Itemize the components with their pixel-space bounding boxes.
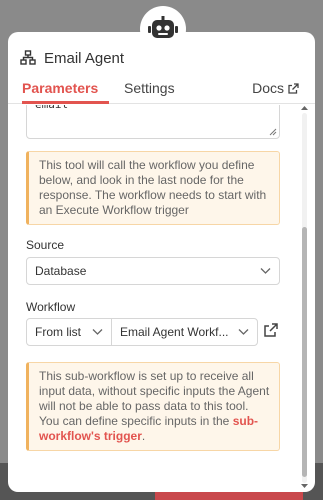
notice-bottom-end: . bbox=[141, 429, 146, 443]
external-link-icon bbox=[288, 82, 299, 94]
workflow-info-notice: This tool will call the workflow you def… bbox=[26, 151, 280, 225]
sub-workflow-notice: This sub-workflow is set up to receive a… bbox=[26, 362, 280, 451]
chevron-down-icon bbox=[92, 329, 103, 335]
chevron-down-icon bbox=[238, 329, 249, 335]
node-settings-panel: Email Agent Parameters Settings Docs ema… bbox=[8, 32, 315, 492]
parameters-scroll-area: email This tool will call the workflow y… bbox=[8, 105, 315, 492]
tab-settings[interactable]: Settings bbox=[124, 80, 175, 96]
description-textarea[interactable]: email bbox=[26, 105, 280, 139]
workflow-mode-value: From list bbox=[35, 325, 81, 339]
open-workflow-icon[interactable] bbox=[264, 323, 278, 337]
vertical-scrollbar[interactable] bbox=[300, 105, 308, 492]
description-value: email bbox=[35, 105, 68, 111]
chevron-down-icon bbox=[260, 268, 271, 274]
docs-link[interactable]: Docs bbox=[252, 80, 299, 96]
workflow-label: Workflow bbox=[26, 300, 76, 314]
robot-icon bbox=[140, 6, 186, 52]
scroll-up-icon[interactable] bbox=[301, 105, 308, 111]
workflow-node-icon bbox=[20, 50, 36, 65]
workflow-value: Email Agent Workf... bbox=[120, 325, 229, 339]
tab-parameters[interactable]: Parameters bbox=[22, 80, 98, 96]
source-label: Source bbox=[26, 238, 65, 252]
notice-top-text: This tool will call the workflow you def… bbox=[39, 158, 267, 217]
source-select[interactable]: Database bbox=[26, 257, 280, 285]
scrollbar-thumb[interactable] bbox=[302, 227, 307, 477]
tab-bar: Parameters Settings Docs bbox=[8, 76, 315, 104]
active-tab-indicator bbox=[22, 101, 109, 104]
source-value: Database bbox=[35, 264, 87, 278]
resize-handle-icon[interactable] bbox=[269, 128, 277, 136]
workflow-select[interactable]: Email Agent Workf... bbox=[111, 318, 258, 346]
scroll-down-icon[interactable] bbox=[301, 483, 308, 489]
docs-label: Docs bbox=[252, 80, 284, 96]
page-title: Email Agent bbox=[44, 49, 125, 67]
workflow-mode-select[interactable]: From list bbox=[26, 318, 112, 346]
